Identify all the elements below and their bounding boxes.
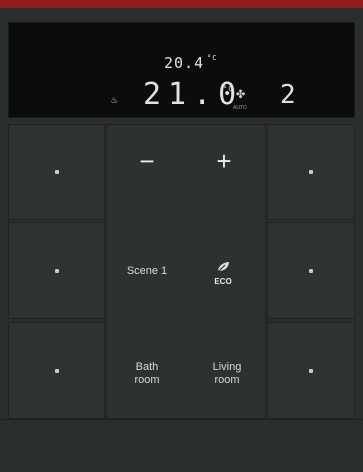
fan-mode-label: AUTO xyxy=(233,105,247,111)
current-temperature: 20.4 xyxy=(164,54,205,72)
fan-icon: ✤ xyxy=(236,84,247,102)
setpoint-temperature: 21.0 xyxy=(143,77,244,112)
scene-1-button[interactable]: Scene 1 xyxy=(117,265,177,278)
key-indicator-dot xyxy=(54,268,59,273)
key-indicator-dot xyxy=(309,170,313,174)
key-indicator-dot xyxy=(54,368,59,373)
eco-leaf-icon: ECO xyxy=(214,262,232,286)
living-room-button[interactable]: Living room xyxy=(199,361,255,387)
bath-room-button[interactable]: Bath room xyxy=(119,361,175,387)
right-key-1[interactable] xyxy=(267,124,355,220)
right-key-2[interactable] xyxy=(267,222,355,319)
key-indicator-dot xyxy=(54,170,59,174)
left-key-3[interactable] xyxy=(8,322,105,419)
panel-bottom-frame xyxy=(0,419,363,472)
left-key-1[interactable] xyxy=(8,124,105,220)
eco-button[interactable]: ECO xyxy=(203,259,243,289)
key-indicator-dot xyxy=(309,268,313,273)
heating-icon: ♨ xyxy=(111,93,119,106)
center-button-panel: − + Scene 1 ECO Bath room Living room xyxy=(106,124,266,419)
right-key-3[interactable] xyxy=(267,322,355,419)
setpoint-temperature-unit: °C xyxy=(223,85,234,93)
key-indicator-dot xyxy=(309,368,313,373)
fan-speed-value: 2 xyxy=(280,80,297,110)
eco-label: ECO xyxy=(214,277,231,286)
decrease-temperature-button[interactable]: − xyxy=(127,148,167,174)
lcd-display: 20.4 °C ♨ 21.0 °C ✤ AUTO 2 xyxy=(8,22,355,118)
current-temperature-unit: °C xyxy=(207,54,218,62)
increase-temperature-button[interactable]: + xyxy=(204,148,244,174)
left-key-2[interactable] xyxy=(8,222,105,319)
